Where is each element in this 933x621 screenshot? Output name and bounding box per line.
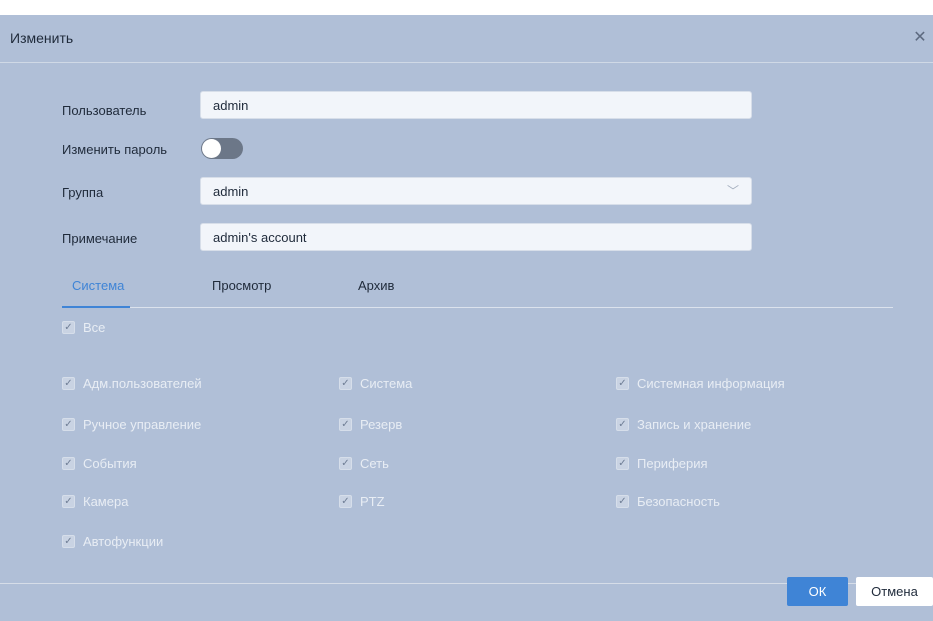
perm-item[interactable]: ✓ Запись и хранение	[616, 416, 751, 432]
perm-item[interactable]: ✓ Системная информация	[616, 375, 785, 391]
group-label: Группа	[62, 185, 104, 200]
group-select[interactable]: admin ﹀	[200, 177, 752, 205]
perm-item[interactable]: ✓ Сеть	[339, 455, 389, 471]
checkbox-checked-icon: ✓	[62, 376, 75, 390]
perm-label: Запись и хранение	[637, 416, 752, 432]
perm-item[interactable]: ✓ События	[62, 455, 137, 471]
perm-label: Ручное управление	[83, 416, 202, 432]
tabs-divider	[62, 307, 893, 308]
checkbox-checked-icon: ✓	[616, 417, 629, 431]
perm-label: События	[83, 455, 137, 471]
checkbox-checked-icon: ✓	[62, 417, 75, 431]
perm-item[interactable]: ✓ Автофункции	[62, 533, 163, 549]
checkbox-checked-icon: ✓	[62, 494, 75, 508]
perm-label: Система	[360, 375, 413, 391]
note-field[interactable]: admin's account	[200, 223, 752, 251]
perm-label: Сеть	[360, 455, 389, 471]
dialog-title-bar: Изменить ✕	[0, 15, 933, 62]
note-label: Примечание	[62, 231, 138, 246]
perm-item[interactable]: ✓ Резерв	[339, 416, 402, 432]
perm-label: Камера	[83, 493, 129, 509]
change-password-label: Изменить пароль	[62, 142, 168, 157]
dialog-title: Изменить	[10, 30, 74, 46]
perm-label: Резерв	[360, 416, 403, 432]
ok-button[interactable]: ОК	[787, 577, 848, 606]
perm-label: Периферия	[637, 455, 708, 471]
perm-all[interactable]: ✓ Все	[62, 319, 105, 335]
user-value: admin	[213, 98, 249, 113]
toggle-knob	[202, 139, 221, 158]
group-value: admin	[213, 184, 249, 199]
checkbox-checked-icon: ✓	[62, 534, 75, 548]
checkbox-checked-icon: ✓	[339, 417, 352, 431]
perm-label: Автофункции	[83, 533, 164, 549]
active-tab-indicator	[62, 306, 130, 308]
user-field[interactable]: admin	[200, 91, 752, 119]
perm-label: Системная информация	[637, 375, 785, 391]
checkbox-checked-icon: ✓	[62, 456, 75, 470]
perm-label: Безопасность	[637, 493, 720, 509]
checkbox-checked-icon: ✓	[616, 376, 629, 390]
perm-label: Адм.пользователей	[83, 375, 202, 391]
tab-system[interactable]: Система	[72, 278, 124, 293]
tab-archive[interactable]: Архив	[358, 278, 394, 293]
checkbox-checked-icon: ✓	[616, 456, 629, 470]
perm-label: Все	[83, 319, 106, 335]
perm-item[interactable]: ✓ PTZ	[339, 493, 385, 509]
note-value: admin's account	[213, 230, 307, 245]
perm-item[interactable]: ✓ Периферия	[616, 455, 708, 471]
permission-tabs: Система Просмотр Архив	[62, 278, 893, 308]
checkbox-checked-icon: ✓	[339, 494, 352, 508]
perm-item[interactable]: ✓ Адм.пользователей	[62, 375, 202, 391]
perm-item[interactable]: ✓ Ручное управление	[62, 416, 201, 432]
perm-item[interactable]: ✓ Камера	[62, 493, 128, 509]
perm-item[interactable]: ✓ Безопасность	[616, 493, 720, 509]
perm-label: PTZ	[360, 493, 385, 509]
tab-view[interactable]: Просмотр	[212, 278, 271, 293]
perm-item[interactable]: ✓ Система	[339, 375, 412, 391]
divider	[0, 62, 933, 63]
checkbox-checked-icon: ✓	[339, 376, 352, 390]
chevron-down-icon: ﹀	[726, 184, 739, 198]
edit-user-dialog: Изменить ✕ Пользователь admin Изменить п…	[0, 15, 933, 621]
cancel-button[interactable]: Отмена	[856, 577, 933, 606]
checkbox-checked-icon: ✓	[62, 320, 75, 334]
checkbox-checked-icon: ✓	[616, 494, 629, 508]
change-password-toggle[interactable]	[201, 138, 243, 159]
checkbox-checked-icon: ✓	[339, 456, 352, 470]
close-icon[interactable]: ✕	[909, 27, 931, 49]
user-label: Пользователь	[62, 103, 147, 118]
